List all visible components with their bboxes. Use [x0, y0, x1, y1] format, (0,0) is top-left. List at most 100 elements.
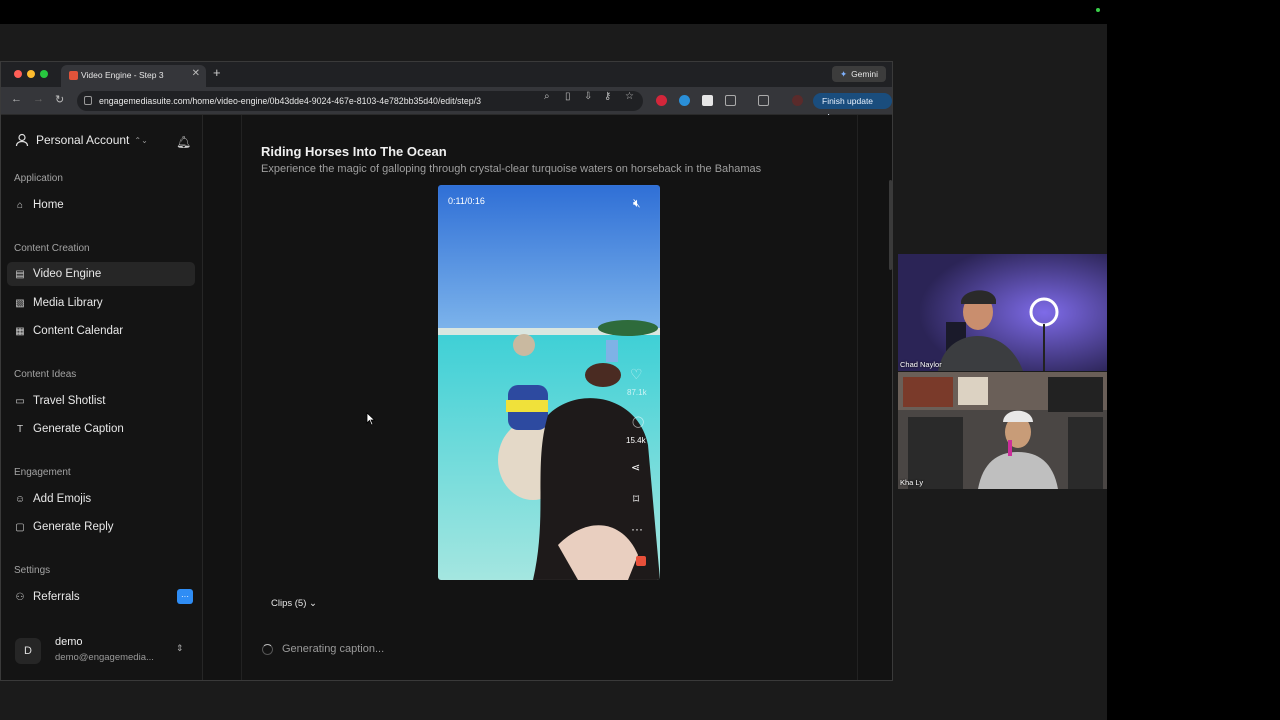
- clips-dropdown[interactable]: Clips (5) ⌄: [271, 598, 317, 609]
- generating-status: Generating caption...: [262, 643, 384, 655]
- sidebar-item-label: Add Emojis: [33, 493, 92, 505]
- chevron-up-down-icon: ⌃⌄: [134, 135, 148, 145]
- forward-icon[interactable]: →: [33, 93, 44, 105]
- bookmark-icon[interactable]: ⌑: [633, 492, 639, 506]
- section-engagement: Engagement: [14, 467, 71, 478]
- sidebar-item-label: Travel Shotlist: [33, 395, 106, 407]
- sidebar-item-home[interactable]: ⌂ Home: [7, 193, 195, 217]
- tab-bar: Video Engine - Step 3 ✕ + ✦ Gemini: [1, 62, 892, 87]
- page-icon[interactable]: ▯: [565, 91, 571, 102]
- video-frame: [438, 185, 660, 580]
- install-icon[interactable]: ⇩: [584, 91, 592, 102]
- home-icon: ⌂: [16, 199, 24, 211]
- calendar-icon: ▦: [15, 325, 25, 337]
- chevron-down-icon: ⌄: [309, 598, 317, 609]
- reload-icon[interactable]: ↻: [55, 93, 64, 106]
- share-icon[interactable]: ⋖: [631, 461, 640, 474]
- video-player[interactable]: 0:11/0:16 🔇︎ ♡ 87.1k ◯ 15.4k ⋖ ⌑ ···: [438, 185, 660, 580]
- image-icon: ▧: [15, 297, 25, 309]
- user-menu[interactable]: D demo demo@engagemedia... ⇕: [13, 633, 193, 673]
- sidebar-item-label: Generate Caption: [33, 423, 124, 435]
- close-window-button[interactable]: [14, 70, 22, 78]
- sidebar-item-generate-caption[interactable]: T Generate Caption: [7, 417, 195, 441]
- participant-video-frame: [898, 372, 1107, 489]
- sidebar-item-media-library[interactable]: ▧ Media Library: [7, 291, 195, 315]
- back-icon[interactable]: ←: [11, 93, 22, 105]
- section-application: Application: [14, 173, 63, 184]
- maximize-window-button[interactable]: [40, 70, 48, 78]
- sidebar-item-label: Media Library: [33, 297, 103, 309]
- like-count: 87.1k: [627, 388, 647, 397]
- text-icon: T: [16, 423, 24, 435]
- section-content-ideas: Content Ideas: [14, 369, 77, 380]
- new-tab-button[interactable]: +: [213, 65, 221, 80]
- participant-name: Kha Ly: [900, 478, 924, 487]
- minimize-window-button[interactable]: [27, 70, 35, 78]
- favicon-icon: [69, 71, 78, 80]
- screen-top-bar: [0, 0, 1280, 24]
- participant-video-kha: Kha Ly: [898, 372, 1107, 489]
- sidebar-item-generate-reply[interactable]: ▢ Generate Reply: [7, 515, 195, 539]
- video-camera-icon: ▭: [15, 395, 25, 407]
- bell-icon[interactable]: 🔔︎: [176, 135, 191, 149]
- section-settings: Settings: [14, 565, 51, 576]
- participant-video-chad: Chad Naylor: [898, 254, 1107, 371]
- sidebar-item-video-engine[interactable]: ▤ Video Engine: [7, 262, 195, 286]
- bookmark-star-icon[interactable]: ☆: [625, 91, 634, 102]
- camera-indicator: [1096, 8, 1100, 12]
- sidebar-item-label: Referrals: [33, 591, 80, 603]
- side-panel-icon[interactable]: [758, 95, 769, 106]
- sidebar: Personal Account ⌃⌄ 🔔︎ Application ⌂ Home…: [1, 115, 203, 680]
- user-icon: [15, 133, 29, 147]
- referrals-badge: ···: [177, 589, 193, 604]
- gemini-icon: ✦: [839, 69, 848, 79]
- extension-red-icon[interactable]: [656, 95, 667, 106]
- mouse-cursor-icon: [366, 412, 376, 426]
- scrollbar[interactable]: [889, 180, 892, 270]
- profile-avatar-icon[interactable]: [792, 95, 803, 106]
- site-info-icon[interactable]: [84, 96, 92, 105]
- tab-title: Video Engine - Step 3: [81, 70, 164, 80]
- message-icon: ▢: [15, 521, 25, 533]
- extension-white-icon[interactable]: [702, 95, 713, 106]
- sidebar-item-add-emojis[interactable]: ☺ Add Emojis: [7, 487, 195, 511]
- finish-update-button[interactable]: Finish update ⋮: [813, 93, 892, 122]
- address-bar[interactable]: engagemediasuite.com/home/video-engine/0…: [77, 91, 643, 111]
- music-icon[interactable]: [636, 556, 646, 566]
- sidebar-item-label: Generate Reply: [33, 521, 114, 533]
- browser-toolbar: ← → ↻ engagemediasuite.com/home/video-en…: [1, 87, 892, 122]
- user-name: demo: [55, 636, 83, 648]
- video-time: 0:11/0:16: [448, 196, 485, 206]
- extensions-puzzle-icon[interactable]: [725, 95, 736, 106]
- sidebar-item-travel-shotlist[interactable]: ▭ Travel Shotlist: [7, 389, 195, 413]
- gemini-button[interactable]: ✦ Gemini: [831, 66, 886, 82]
- screen-right-strip: [1107, 24, 1280, 720]
- sidebar-item-label: Video Engine: [33, 268, 102, 280]
- password-key-icon[interactable]: ⚷: [604, 91, 611, 102]
- main-panel: Riding Horses Into The Ocean Experience …: [241, 115, 858, 680]
- comment-icon[interactable]: ◯: [632, 415, 644, 428]
- browser-tab-video-engine[interactable]: Video Engine - Step 3 ✕: [61, 65, 206, 87]
- generating-label: Generating caption...: [282, 643, 385, 655]
- more-icon[interactable]: ···: [631, 522, 643, 536]
- close-tab-icon[interactable]: ✕: [192, 68, 200, 79]
- comment-count: 15.4k: [626, 436, 646, 445]
- avatar: D: [15, 638, 41, 664]
- heart-icon[interactable]: ♡: [630, 366, 643, 383]
- sidebar-item-referrals[interactable]: ⚇ Referrals: [7, 585, 195, 609]
- sidebar-item-label: Home: [33, 199, 64, 211]
- finish-update-label: Finish update: [822, 96, 874, 106]
- sidebar-item-content-calendar[interactable]: ▦ Content Calendar: [7, 319, 195, 343]
- participant-name: Chad Naylor: [900, 360, 942, 369]
- account-label: Personal Account: [36, 133, 130, 147]
- user-plus-icon: ⚇: [15, 591, 25, 603]
- extension-blue-icon[interactable]: [679, 95, 690, 106]
- account-switcher[interactable]: Personal Account ⌃⌄: [15, 133, 148, 147]
- video-title: Riding Horses Into The Ocean: [261, 144, 447, 159]
- smile-icon: ☺: [14, 493, 26, 505]
- user-email: demo@engagemedia...: [55, 652, 154, 663]
- app-content: Personal Account ⌃⌄ 🔔︎ Application ⌂ Home…: [1, 115, 892, 680]
- mute-icon[interactable]: 🔇︎: [633, 196, 641, 211]
- film-icon: ▤: [15, 268, 25, 280]
- zoom-icon[interactable]: ⌕: [544, 91, 550, 102]
